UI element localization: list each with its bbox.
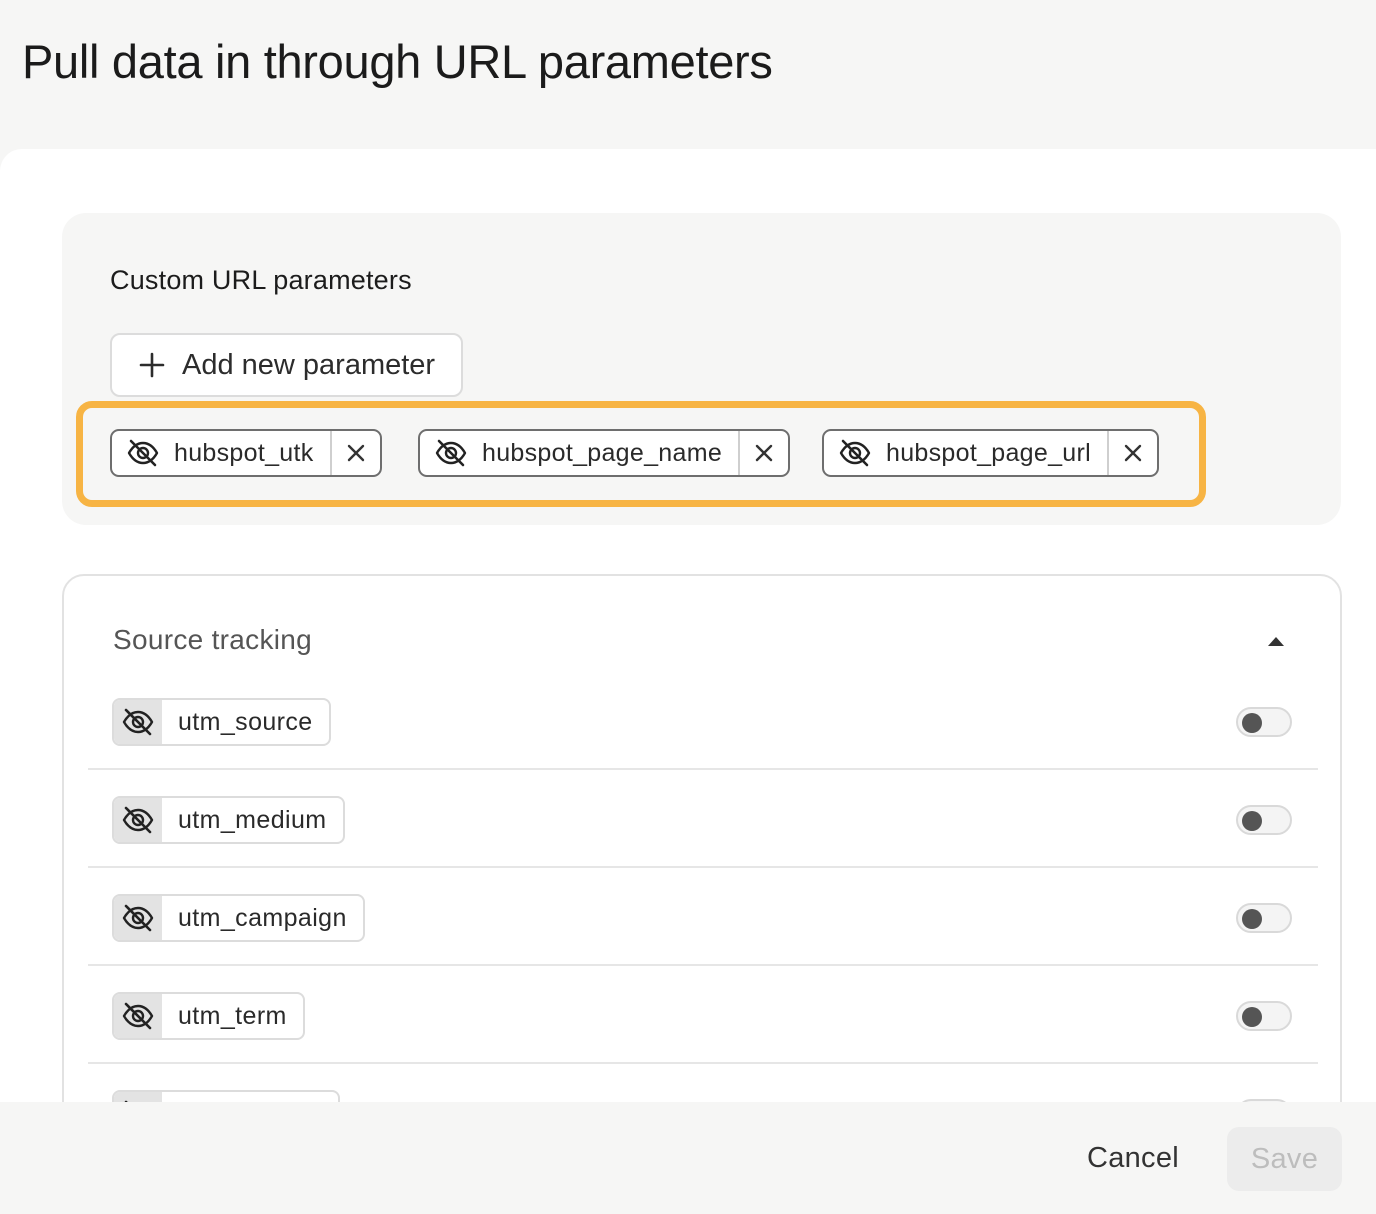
eye-off-icon [839, 439, 871, 467]
list-item: utm_campaign [88, 868, 1318, 966]
parameter-tag-label: utm_source [178, 707, 313, 736]
list-item [88, 1064, 1318, 1102]
parameter-chip-label: hubspot_page_url [886, 438, 1091, 467]
toggle-switch[interactable] [1236, 707, 1292, 737]
parameter-chip-body[interactable]: hubspot_page_url [824, 431, 1107, 475]
eye-off-icon [122, 904, 154, 932]
list-item: utm_medium [88, 770, 1318, 868]
toggle-knob [1242, 1007, 1262, 1027]
toggle-knob [1242, 811, 1262, 831]
source-tracking-card: Source tracking utm_source utm_medium ut… [62, 574, 1342, 1102]
plus-icon [139, 352, 165, 378]
custom-parameters-heading: Custom URL parameters [110, 265, 412, 295]
toggle-knob [1242, 713, 1262, 733]
parameter-tag: utm_source [112, 698, 331, 746]
parameter-chip-label: hubspot_utk [174, 438, 314, 467]
parameter-chip-body[interactable]: hubspot_page_name [420, 431, 738, 475]
parameter-chip-body[interactable]: hubspot_utk [112, 431, 330, 475]
page: Pull data in through URL parameters Cust… [0, 0, 1376, 1214]
save-button[interactable]: Save [1227, 1127, 1342, 1191]
close-icon [1124, 444, 1142, 462]
parameter-tag-label: utm_term [178, 1001, 287, 1030]
eye-off-icon [122, 1002, 154, 1030]
custom-parameters-card: Custom URL parameters Add new parameter … [62, 213, 1341, 525]
close-icon [755, 444, 773, 462]
parameter-chip: hubspot_utk [110, 429, 382, 477]
eye-off-icon [122, 806, 154, 834]
main-panel: Custom URL parameters Add new parameter … [0, 149, 1376, 1102]
tag-icon-box [114, 994, 162, 1038]
list-item: utm_source [88, 672, 1318, 770]
remove-parameter-button[interactable] [329, 431, 380, 475]
list-item: utm_term [88, 966, 1318, 1064]
tag-icon-box [114, 798, 162, 842]
footer: Cancel Save [0, 1102, 1376, 1214]
caret-up-icon[interactable] [1266, 634, 1286, 648]
source-tracking-heading: Source tracking [113, 624, 313, 655]
parameter-chip: hubspot_page_name [418, 429, 791, 477]
tag-icon-box [114, 700, 162, 744]
page-title: Pull data in through URL parameters [22, 35, 773, 88]
tag-icon-box [114, 896, 162, 940]
toggle-switch[interactable] [1236, 903, 1292, 933]
parameter-tag: utm_campaign [112, 894, 365, 942]
toggle-switch[interactable] [1236, 1001, 1292, 1031]
remove-parameter-button[interactable] [738, 431, 788, 475]
eye-off-icon [127, 439, 159, 467]
parameter-tag-label: utm_medium [178, 805, 327, 834]
close-icon [347, 444, 364, 462]
toggle-switch[interactable] [1236, 805, 1292, 835]
tag-icon-box [114, 1092, 162, 1102]
add-parameter-button[interactable]: Add new parameter [110, 333, 463, 397]
eye-off-icon [435, 439, 467, 467]
parameter-chip: hubspot_page_url [822, 429, 1159, 477]
remove-parameter-button[interactable] [1106, 431, 1157, 475]
eye-off-icon [122, 708, 154, 736]
parameter-chip-label: hubspot_page_name [482, 438, 723, 467]
parameter-tag: utm_medium [112, 796, 345, 844]
add-parameter-label: Add new parameter [182, 348, 436, 381]
parameter-tag: utm_term [112, 992, 305, 1040]
parameter-tag [112, 1090, 340, 1102]
toggle-knob [1242, 909, 1262, 929]
parameter-tag-label: utm_campaign [178, 903, 347, 932]
cancel-button[interactable]: Cancel [1070, 1130, 1196, 1186]
